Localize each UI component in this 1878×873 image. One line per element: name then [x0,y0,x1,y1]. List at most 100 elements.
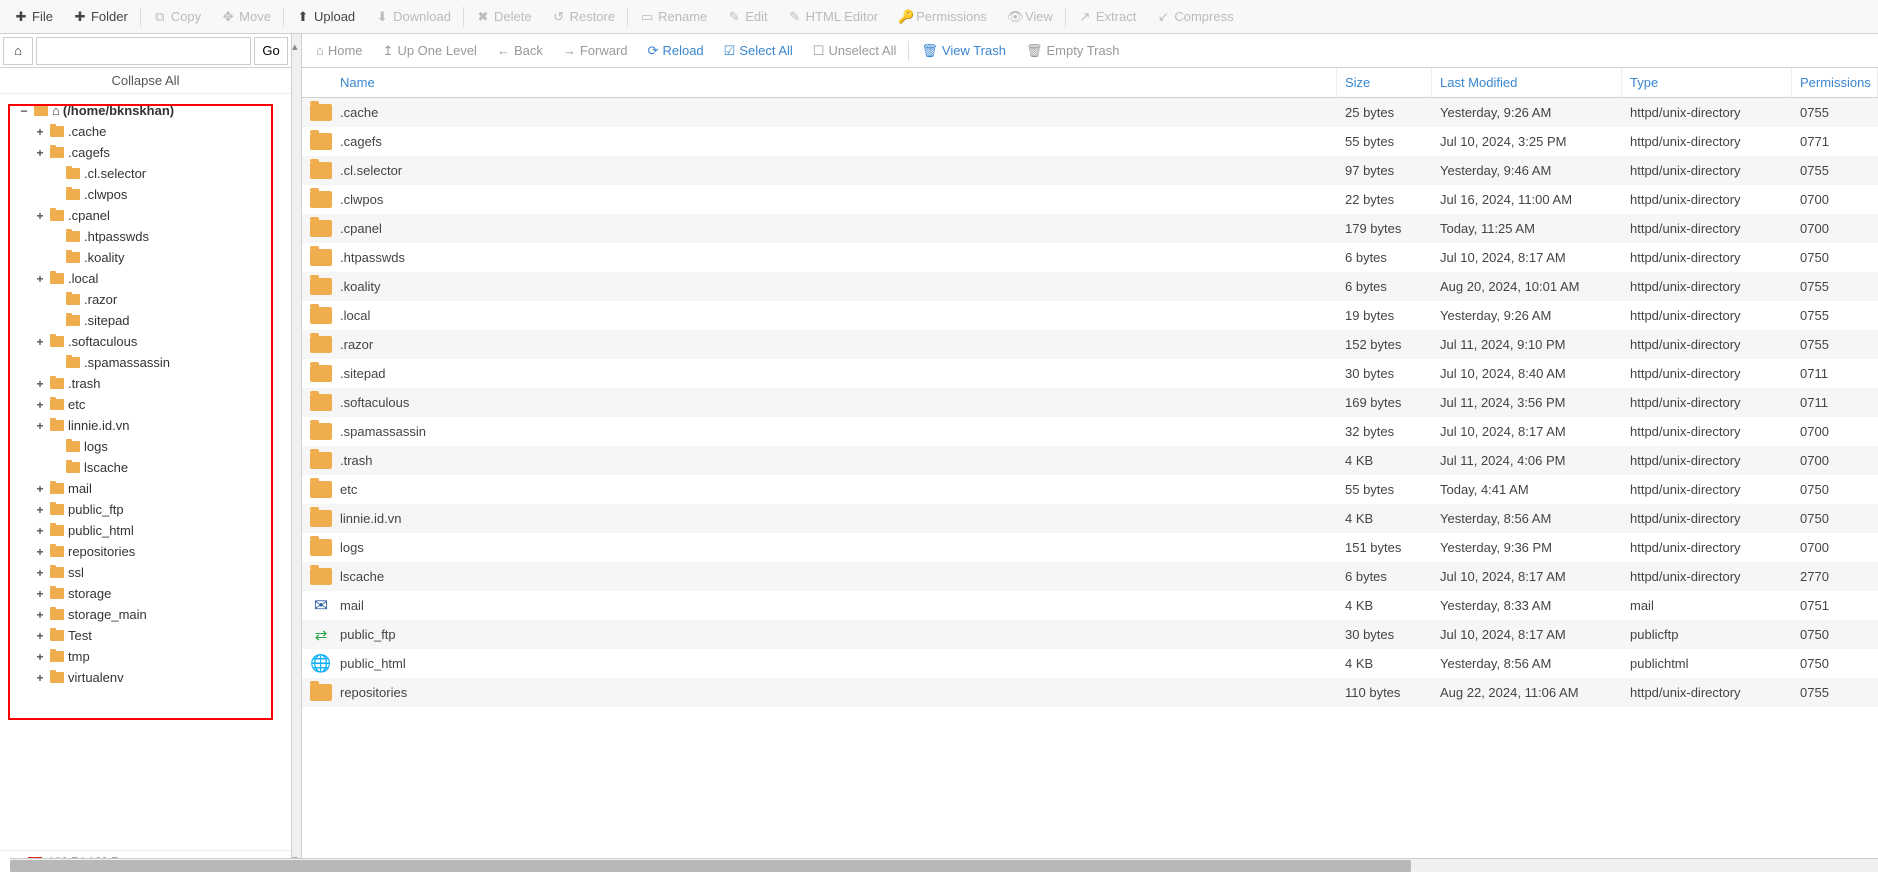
table-row[interactable]: 🌐public_html4 KBYesterday, 8:56 AMpublic… [302,649,1878,678]
tree-item[interactable]: .koality [2,247,289,268]
up-button[interactable]: ↥Up One Level [373,34,487,68]
collapse-icon[interactable]: − [18,104,30,118]
table-row[interactable]: .cpanel179 bytesToday, 11:25 AMhttpd/uni… [302,214,1878,243]
htmleditor-button[interactable]: ✎HTML Editor [778,0,888,34]
tree-item[interactable]: +ssl [2,562,289,583]
expand-icon[interactable]: + [34,335,46,349]
table-row[interactable]: ✉mail4 KBYesterday, 8:33 AMmail0751 [302,591,1878,620]
expand-icon[interactable]: + [34,650,46,664]
tree-item[interactable]: .spamassassin [2,352,289,373]
table-row[interactable]: .sitepad30 bytesJul 10, 2024, 8:40 AMhtt… [302,359,1878,388]
splitter[interactable]: ▴ ▾ [292,34,302,872]
emptytrash-button[interactable]: 🗑Empty Trash [1016,34,1129,68]
tree-item[interactable]: +.trash [2,373,289,394]
tree-item[interactable]: +Test [2,625,289,646]
viewtrash-button[interactable]: 🗑View Trash [911,34,1016,68]
go-button[interactable]: Go [254,37,288,65]
rename-button[interactable]: ▭Rename [630,0,717,34]
tree-item[interactable]: +.cache [2,121,289,142]
path-input[interactable] [36,37,251,65]
table-row[interactable]: .trash4 KBJul 11, 2024, 4:06 PMhttpd/uni… [302,446,1878,475]
folder-tree[interactable]: − ⌂ (/home/bknskhan) +.cache+.cagefs.cl.… [0,94,291,850]
expand-icon[interactable]: + [34,503,46,517]
edit-button[interactable]: ✎Edit [717,0,777,34]
scrollbar-thumb[interactable] [10,860,1411,872]
tree-item[interactable]: .clwpos [2,184,289,205]
delete-button[interactable]: ✖Delete [466,0,542,34]
table-row[interactable]: .clwpos22 bytesJul 16, 2024, 11:00 AMhtt… [302,185,1878,214]
table-row[interactable]: .spamassassin32 bytesJul 10, 2024, 8:17 … [302,417,1878,446]
expand-icon[interactable]: + [34,482,46,496]
tree-item[interactable]: +public_html [2,520,289,541]
expand-icon[interactable]: + [34,524,46,538]
tree-item[interactable]: .htpasswds [2,226,289,247]
table-row[interactable]: .cl.selector97 bytesYesterday, 9:46 AMht… [302,156,1878,185]
expand-icon[interactable]: + [34,146,46,160]
compress-button[interactable]: ↙Compress [1146,0,1243,34]
tree-item[interactable]: +virtualenv [2,667,289,688]
selectall-button[interactable]: ☑Select All [714,34,803,68]
upload-button[interactable]: ⬆Upload [286,0,365,34]
col-size[interactable]: Size [1337,68,1432,97]
tree-item[interactable]: +.local [2,268,289,289]
table-row[interactable]: .razor152 bytesJul 11, 2024, 9:10 PMhttp… [302,330,1878,359]
tree-item[interactable]: .sitepad [2,310,289,331]
restore-button[interactable]: ↺Restore [542,0,626,34]
expand-icon[interactable]: + [34,545,46,559]
expand-icon[interactable]: + [34,608,46,622]
table-row[interactable]: logs151 bytesYesterday, 9:36 PMhttpd/uni… [302,533,1878,562]
expand-icon[interactable]: + [34,419,46,433]
table-row[interactable]: .htpasswds6 bytesJul 10, 2024, 8:17 AMht… [302,243,1878,272]
tree-item[interactable]: logs [2,436,289,457]
permissions-button[interactable]: 🔑Permissions [888,0,997,34]
expand-icon[interactable]: + [34,671,46,685]
file-grid[interactable]: Name Size Last Modified Type Permissions… [302,68,1878,872]
tree-item[interactable]: lscache [2,457,289,478]
table-row[interactable]: .cache25 bytesYesterday, 9:26 AMhttpd/un… [302,98,1878,127]
folder-button[interactable]: ✚Folder [63,0,138,34]
download-button[interactable]: ⬇Download [365,0,461,34]
table-row[interactable]: .koality6 bytesAug 20, 2024, 10:01 AMhtt… [302,272,1878,301]
collapse-all-button[interactable]: Collapse All [0,68,291,94]
col-name[interactable]: Name [340,68,1337,97]
table-row[interactable]: ⇄public_ftp30 bytesJul 10, 2024, 8:17 AM… [302,620,1878,649]
table-row[interactable]: etc55 bytesToday, 4:41 AMhttpd/unix-dire… [302,475,1878,504]
home-icon-button[interactable]: ⌂ [3,37,33,65]
tree-item[interactable]: +repositories [2,541,289,562]
table-row[interactable]: lscache6 bytesJul 10, 2024, 8:17 AMhttpd… [302,562,1878,591]
expand-icon[interactable]: + [34,377,46,391]
tree-item[interactable]: +public_ftp [2,499,289,520]
col-type[interactable]: Type [1622,68,1792,97]
col-permissions[interactable]: Permissions [1792,68,1878,97]
expand-icon[interactable]: + [34,125,46,139]
table-row[interactable]: linnie.id.vn4 KBYesterday, 8:56 AMhttpd/… [302,504,1878,533]
expand-icon[interactable]: + [34,629,46,643]
expand-icon[interactable]: + [34,272,46,286]
table-row[interactable]: .local19 bytesYesterday, 9:26 AMhttpd/un… [302,301,1878,330]
tree-item[interactable]: +storage [2,583,289,604]
unselectall-button[interactable]: ☐Unselect All [803,34,907,68]
tree-root[interactable]: − ⌂ (/home/bknskhan) [2,100,289,121]
tree-item[interactable]: +etc [2,394,289,415]
table-row[interactable]: repositories110 bytesAug 22, 2024, 11:06… [302,678,1878,707]
home-button[interactable]: ⌂Home [306,34,373,68]
tree-item[interactable]: +storage_main [2,604,289,625]
tree-item[interactable]: +linnie.id.vn [2,415,289,436]
table-row[interactable]: .softaculous169 bytesJul 11, 2024, 3:56 … [302,388,1878,417]
tree-item[interactable]: +.cagefs [2,142,289,163]
tree-item[interactable]: +.softaculous [2,331,289,352]
forward-button[interactable]: →Forward [553,34,638,68]
copy-button[interactable]: ⧉Copy [143,0,211,34]
tree-item[interactable]: +mail [2,478,289,499]
tree-item[interactable]: +.cpanel [2,205,289,226]
expand-icon[interactable]: + [34,566,46,580]
expand-icon[interactable]: + [34,398,46,412]
table-row[interactable]: .cagefs55 bytesJul 10, 2024, 3:25 PMhttp… [302,127,1878,156]
back-button[interactable]: ←Back [487,34,553,68]
extract-button[interactable]: ↗Extract [1068,0,1146,34]
expand-icon[interactable]: + [34,209,46,223]
tree-item[interactable]: +tmp [2,646,289,667]
horizontal-scrollbar[interactable]: ◂ [10,858,1878,872]
file-button[interactable]: ✚File [4,0,63,34]
expand-icon[interactable]: + [34,587,46,601]
